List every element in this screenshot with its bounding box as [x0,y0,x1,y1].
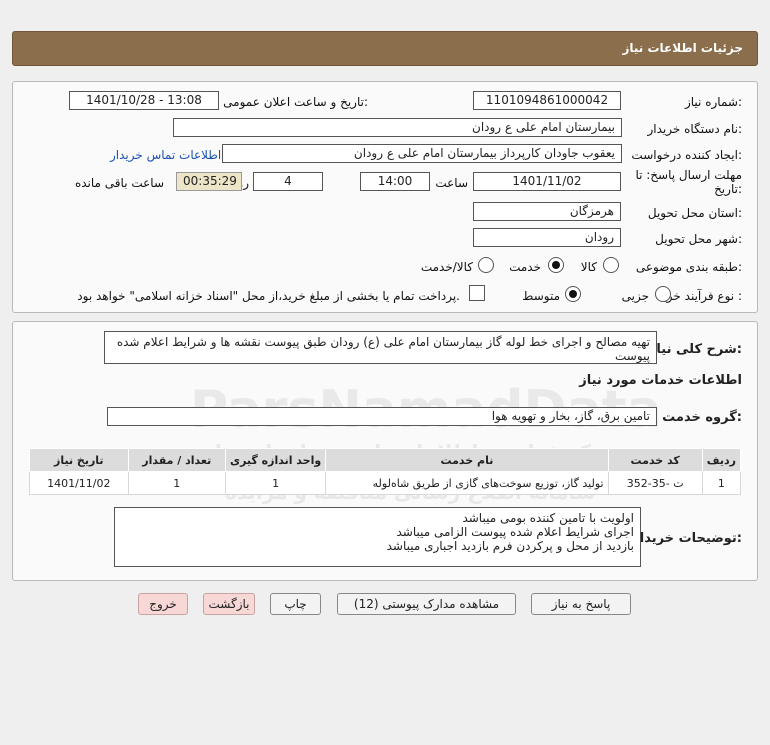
col-service-code: کد خدمت [607,448,703,472]
reply-to-need-button[interactable]: پاسخ به نیاز [531,593,631,615]
exit-button[interactable]: خروج [138,593,188,615]
delivery-province-label: استان محل تحویل: [647,206,742,220]
treasury-note: پرداخت تمام یا بخشی از مبلغ خرید،از محل … [77,289,460,303]
buyer-notes-box: اولویت با تامین کننده بومی میباشد اجرای … [114,507,641,567]
remaining-days-field: 4 [253,172,323,191]
col-quantity: تعداد / مقدار [127,448,226,472]
cell-service-name: تولید گاز، توزیع سوخت‌های گازی از طریق ش… [325,471,609,495]
need-info-panel [12,81,758,313]
cell-quantity: 1 [127,471,226,495]
col-row-number: ردیف [701,448,742,472]
service-group-label: گروه خدمت: [662,410,742,425]
delivery-province-field: هرمزگان [473,202,621,221]
category-service-label: خدمت [509,260,541,274]
delivery-city-label: شهر محل تحویل: [655,232,742,246]
buyer-contact-link[interactable]: اطلاعات تماس خریدار [110,148,221,162]
buyer-org-field: بیمارستان امام علی ع رودان [173,118,622,137]
buyer-note-line: بازدید از محل و پرکردن فرم بازدید اجباری… [386,539,634,553]
deadline-time-field: 14:00 [360,172,430,191]
need-number-label: شماره نیاز: [684,95,742,109]
view-attachments-button[interactable]: مشاهده مدارک پیوستی (12) [337,593,516,615]
process-medium-radio[interactable] [565,286,581,302]
need-description-box: تهیه مصالح و اجرای خط لوله گاز بیمارستان… [104,331,657,364]
deadline-label: مهلت ارسال پاسخ: تا [635,168,742,182]
need-description-label: شرح کلی نیاز: [648,342,742,357]
request-creator-label: ایجاد کننده درخواست: [631,148,742,162]
buyer-notes-label: توضیحات خریدار: [632,531,742,546]
col-unit: واحد اندازه گیری [224,448,327,472]
remaining-time-field: 00:35:29 [176,172,242,191]
treasury-checkbox[interactable] [469,285,485,301]
deadline-date-field: 1401/11/02 [473,172,621,191]
print-button[interactable]: چاپ [270,593,321,615]
col-service-name: نام خدمت [325,448,609,472]
category-service-radio[interactable] [548,257,564,273]
subject-category-label: طبقه بندی موضوعی: [635,260,742,274]
service-group-field: تامین برق، گاز، بخار و تهویه هوا [107,407,657,426]
table-row: 1 ت -35-352 تولید گاز، توزیع سوخت‌های گا… [29,471,742,495]
cell-row-number: 1 [701,471,742,495]
back-button[interactable]: بازگشت [203,593,255,615]
cell-service-code: ت -35-352 [607,471,703,495]
category-goods-radio[interactable] [603,257,619,273]
cell-unit: 1 [224,471,327,495]
page-header: جزئیات اطلاعات نیاز [12,31,758,66]
process-minor-radio[interactable] [655,286,671,302]
buyer-note-line: اولویت با تامین کننده بومی میباشد [462,511,634,525]
process-medium-label: متوسط [522,289,560,303]
services-section-title: اطلاعات خدمات مورد نیاز [579,373,742,388]
remaining-time-label: ساعت باقی مانده [74,176,164,190]
cell-need-date: 1401/11/02 [29,471,129,495]
announce-datetime-field: 1401/10/28 - 13:08 [69,91,219,110]
page-title: جزئیات اطلاعات نیاز [622,41,743,55]
col-need-date: تاریخ نیاز [29,448,129,472]
request-creator-field: یعقوب جاودان کارپرداز بیمارستان امام علی… [222,144,622,163]
category-goods-label: کالا [580,260,597,274]
buyer-org-label: نام دستگاه خریدار: [647,122,743,136]
category-goods-service-label: کالا/خدمت [420,260,473,274]
category-goods-service-radio[interactable] [478,257,494,273]
need-number-field: 1101094861000042 [473,91,621,110]
delivery-city-field: رودان [473,228,621,247]
table-header-row: ردیف کد خدمت نام خدمت واحد اندازه گیری ت… [29,448,742,472]
process-minor-label: جزیی [621,289,649,303]
deadline-time-label: ساعت [435,176,468,190]
deadline-date-label: تاریخ: [714,182,742,196]
announce-datetime-label: تاریخ و ساعت اعلان عمومی: [223,95,368,109]
buyer-note-line: اجرای شرایط اعلام شده پیوست الزامی میباش… [396,525,634,539]
services-table: ردیف کد خدمت نام خدمت واحد اندازه گیری ت… [29,448,742,495]
